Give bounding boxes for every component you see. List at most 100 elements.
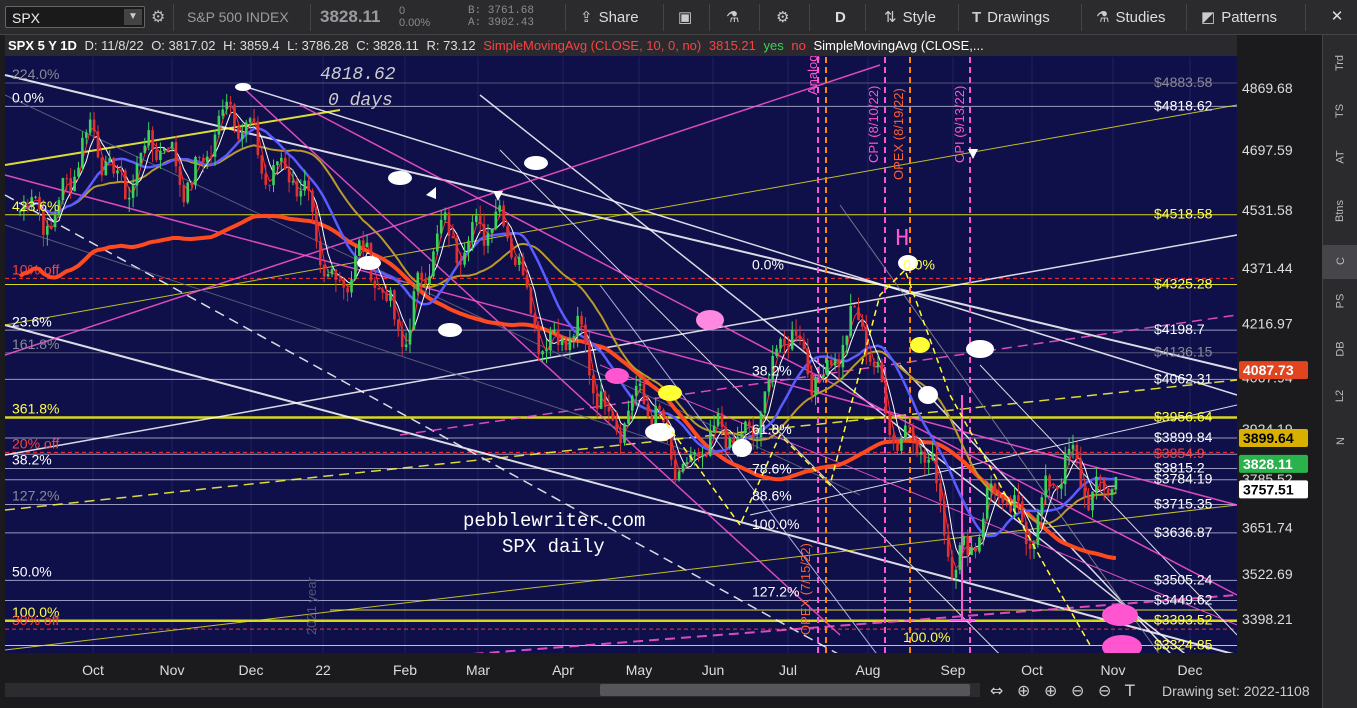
fib-label: 50.0% (12, 563, 52, 579)
chevron-down-icon[interactable]: ▼ (124, 9, 142, 25)
candle-body (1099, 476, 1102, 480)
last-price: 3828.11 (320, 7, 381, 26)
candle-body (677, 471, 681, 481)
candle-body (361, 240, 365, 248)
divider (1305, 4, 1306, 31)
candle-body (603, 391, 607, 407)
legend-symbol: SPX 5 Y 1D (8, 38, 77, 53)
candle-body (1005, 502, 1008, 505)
zoom-in-icon[interactable]: ⊕ (1044, 681, 1057, 700)
candle-body (740, 432, 743, 437)
candle-body (432, 251, 435, 277)
candle-body (631, 395, 634, 411)
candle-body (377, 287, 381, 290)
studies-button[interactable]: ⚗ Studies (1096, 6, 1166, 30)
zoom-reset-icon[interactable]: ⊖ (1098, 681, 1111, 700)
candle-body (53, 215, 57, 228)
candle-body (966, 535, 969, 556)
divider (565, 4, 566, 31)
candle-body (96, 131, 100, 158)
candle-body (681, 463, 685, 472)
month-label: Apr (552, 662, 574, 678)
fib-label: 0.0% (12, 90, 44, 106)
share-button[interactable]: ⇪ Share (580, 6, 639, 30)
candle-body (822, 374, 825, 378)
snapshot-button[interactable]: ▣ (678, 6, 698, 30)
settings-button[interactable]: ⚙ (776, 6, 795, 30)
rail-tab-l2[interactable]: L2 (1323, 380, 1357, 414)
rail-tab-trd[interactable]: Trd (1323, 47, 1357, 81)
highlight-oval (910, 337, 930, 353)
price-change: 0 0.00% (399, 5, 430, 29)
scrollbar-thumb[interactable] (600, 684, 970, 696)
close-icon[interactable]: ✕ (1322, 7, 1352, 25)
candle-body (697, 452, 700, 457)
rail-tab-btns[interactable]: Btns (1323, 195, 1357, 229)
candle-body (954, 569, 958, 578)
crosshair-icon[interactable]: ⊕ (1017, 681, 1030, 700)
candle-body (248, 118, 252, 123)
month-label: Feb (393, 662, 417, 678)
drawings-button[interactable]: T Drawings (972, 6, 1050, 30)
pan-icon[interactable]: ⇔ (990, 681, 1003, 700)
candle-body (537, 325, 540, 355)
candle-body (256, 121, 260, 156)
zoom-out-icon[interactable]: ⊖ (1071, 681, 1084, 700)
price-chart[interactable]: $4883.58 $4818.62 $4518.58 $4325.28 $4198.7 $… (0, 35, 1322, 708)
candle-body (646, 403, 650, 417)
study-legend: SPX 5 Y 1D D: 11/8/22 O: 3817.02 H: 3859… (5, 35, 1237, 56)
flask-button[interactable]: ⚗ (726, 6, 745, 30)
gear-icon[interactable]: ⚙ (151, 7, 165, 27)
candle-body (264, 173, 267, 185)
rail-tab-n[interactable]: N (1323, 425, 1357, 459)
fib-label: 423.6% (12, 198, 59, 214)
candle-body (529, 287, 533, 314)
candle-body (139, 152, 143, 164)
divider (958, 4, 959, 31)
candle-body (77, 167, 80, 177)
symbol-selector[interactable]: SPX ▼ (5, 6, 145, 28)
month-label: Sep (941, 662, 966, 678)
price-tick: 4216.97 (1242, 316, 1293, 332)
candle-body (818, 376, 821, 378)
candle-body (985, 487, 989, 519)
candle-body (907, 425, 911, 427)
candle-body (49, 225, 53, 228)
divider (310, 4, 311, 31)
price-flag-label: 3828.11 (1243, 456, 1293, 472)
candle-body (1067, 448, 1071, 454)
price-tick: 4697.59 (1242, 142, 1293, 158)
text-icon[interactable]: T (1124, 681, 1135, 700)
patterns-button[interactable]: ◩ Patterns (1201, 6, 1277, 30)
highlight-oval (1102, 604, 1138, 626)
rail-tab-c[interactable]: C (1323, 245, 1357, 279)
rail-tab-ps[interactable]: PS (1323, 285, 1357, 319)
candle-body (701, 455, 704, 457)
style-button[interactable]: ⇅ Style (884, 6, 936, 30)
highlight-oval (918, 386, 938, 404)
chart-area[interactable]: $4883.58 $4818.62 $4518.58 $4325.28 $4198.7 $… (0, 35, 1322, 708)
candle-body (755, 437, 759, 439)
divider (663, 4, 664, 31)
candle-body (100, 157, 104, 176)
legend-study2[interactable]: SimpleMovingAvg (CLOSE,... (813, 38, 983, 53)
rail-tab-db[interactable]: DB (1323, 333, 1357, 367)
candle-body (841, 344, 845, 368)
period-button[interactable]: D (835, 6, 846, 30)
level-label: $3324.85 (1154, 636, 1213, 652)
rail-tab-ts[interactable]: TS (1323, 95, 1357, 129)
legend-study1[interactable]: SimpleMovingAvg (CLOSE, 10, 0, no) (483, 38, 701, 53)
candle-body (389, 290, 392, 301)
candle-body (194, 157, 197, 186)
price-tick: 3651.74 (1242, 520, 1293, 536)
candle-body (283, 157, 287, 169)
candle-body (775, 348, 778, 357)
level-label: $4062.31 (1154, 370, 1213, 386)
candle-body (268, 184, 271, 186)
rail-tab-at[interactable]: AT (1323, 141, 1357, 175)
candle-body (46, 225, 49, 235)
candle-body (549, 332, 552, 350)
candle-body (1079, 459, 1083, 488)
candle-body (607, 406, 611, 412)
candle-body (724, 427, 728, 448)
